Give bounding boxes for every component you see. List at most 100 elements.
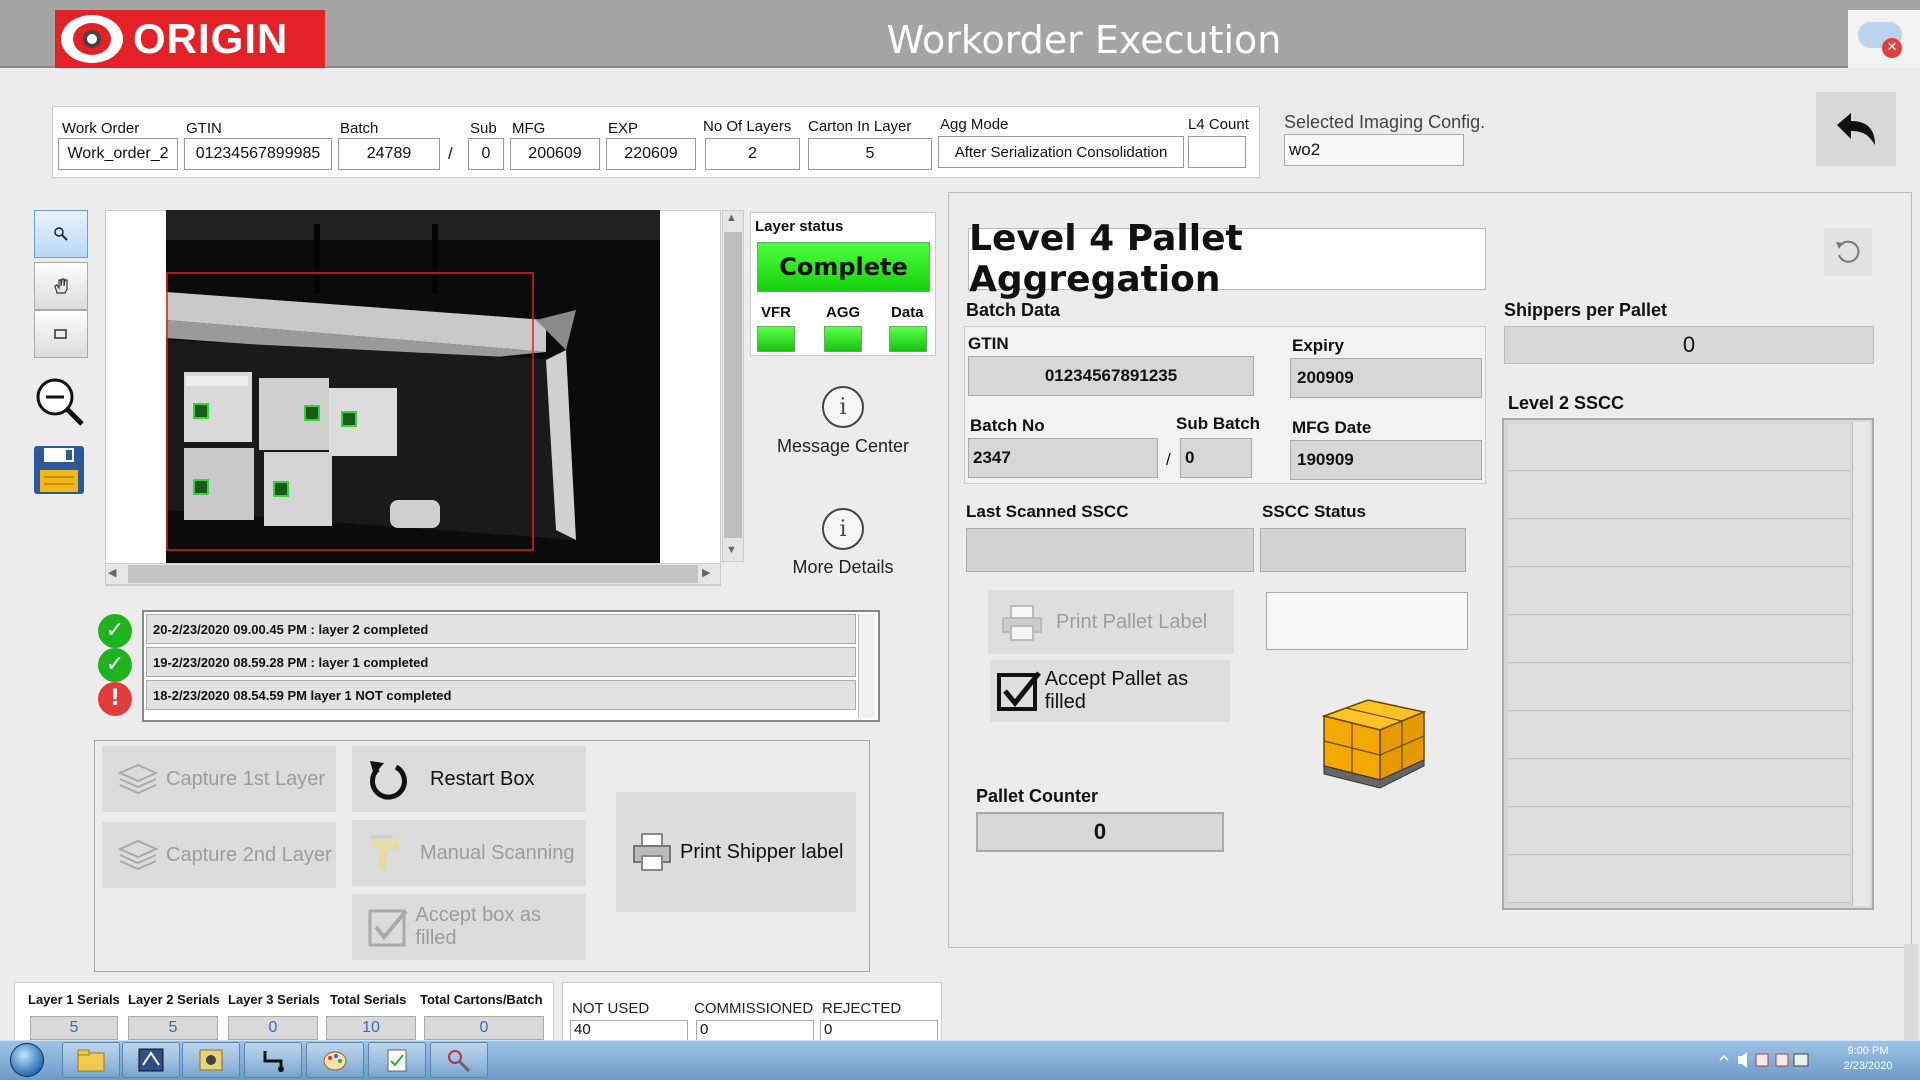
list-item[interactable] xyxy=(1508,616,1850,663)
agg-batch-no-field: 2347 xyxy=(968,438,1158,478)
taskbar-explorer-button[interactable] xyxy=(62,1042,120,1078)
layers-icon xyxy=(110,761,166,797)
zoom-tool-button[interactable] xyxy=(34,210,88,258)
commissioned-value: 0 xyxy=(696,1020,814,1042)
scroll-up-icon[interactable]: ▲ xyxy=(726,212,737,224)
message-center-link[interactable]: Message Center xyxy=(743,436,943,457)
agg-label: AGG xyxy=(826,304,861,321)
capture-1st-layer-label: Capture 1st Layer xyxy=(166,767,325,790)
accept-pallet-label: Accept Pallet as filled xyxy=(1044,668,1189,713)
clock-time: 9:00 PM xyxy=(1847,1045,1889,1057)
restart-icon xyxy=(360,757,416,801)
imaging-config-field: wo2 xyxy=(1284,134,1464,166)
batch-data-label: Batch Data xyxy=(966,300,1061,320)
list-item[interactable] xyxy=(1508,664,1850,711)
taskbar-tool-button[interactable] xyxy=(430,1042,488,1078)
list-item[interactable] xyxy=(1508,520,1850,567)
scroll-left-icon[interactable]: ◀ xyxy=(108,566,116,579)
agg-expiry-field: 200909 xyxy=(1290,358,1482,398)
scroll-down-icon[interactable]: ▼ xyxy=(726,544,737,556)
mfg-field: 200609 xyxy=(510,138,600,170)
select-tool-button[interactable] xyxy=(34,310,88,358)
taskbar-paint-button[interactable] xyxy=(306,1042,364,1078)
rectangle-select-icon xyxy=(54,329,67,339)
agg-sub-batch-label: Sub Batch xyxy=(1176,414,1261,433)
more-details-info-icon[interactable]: i xyxy=(822,508,864,550)
taskbar-app-3-button[interactable] xyxy=(182,1042,240,1078)
pan-tool-button[interactable] xyxy=(34,262,88,310)
layer3-serials-label: Layer 3 Serials xyxy=(228,992,320,1007)
capture-1st-layer-button[interactable]: Capture 1st Layer xyxy=(102,746,336,812)
accept-box-button[interactable]: Accept box as filled xyxy=(352,894,586,960)
start-button[interactable] xyxy=(4,1041,50,1079)
no-of-layers-label: No Of Layers xyxy=(703,118,792,135)
data-label: Data xyxy=(891,304,924,321)
capture-2nd-layer-label: Capture 2nd Layer xyxy=(166,843,332,866)
pallet-boxes-icon xyxy=(1320,694,1430,794)
taskbar-notepad-button[interactable] xyxy=(368,1042,426,1078)
page-scrollbar[interactable] xyxy=(1904,944,1918,1040)
origin-logo: ORIGIN xyxy=(55,10,325,68)
rejected-label: REJECTED xyxy=(822,1000,902,1017)
agg-sub-batch-field: 0 xyxy=(1180,438,1252,478)
refresh-button[interactable] xyxy=(1824,228,1872,276)
restart-box-button[interactable]: Restart Box xyxy=(352,746,586,812)
taskbar-network-button[interactable] xyxy=(244,1042,302,1078)
printer-icon xyxy=(624,830,680,874)
agg-led xyxy=(824,326,862,352)
vfr-label: VFR xyxy=(761,304,791,321)
sub-field: 0 xyxy=(468,138,504,170)
save-icon[interactable] xyxy=(32,444,86,496)
list-item[interactable] xyxy=(1508,424,1850,471)
cloud-error-icon[interactable]: ✕ xyxy=(1848,10,1920,68)
level2-sscc-scrollbar[interactable] xyxy=(1852,422,1870,906)
more-details-link[interactable]: More Details xyxy=(743,557,943,578)
refresh-icon xyxy=(1836,240,1860,263)
layers-icon xyxy=(110,837,166,873)
print-pallet-label-button[interactable]: Print Pallet Label xyxy=(988,590,1234,654)
message-center-info-icon[interactable]: i xyxy=(822,386,864,428)
agg-expiry-label: Expiry xyxy=(1292,336,1344,355)
list-item[interactable] xyxy=(1508,472,1850,519)
brand-name: ORIGIN xyxy=(133,15,289,62)
total-cartons-value: 0 xyxy=(424,1016,544,1040)
checkbox-checked-icon xyxy=(994,669,1045,713)
viewer-vertical-scroll-thumb[interactable] xyxy=(724,232,742,538)
batch-separator: / xyxy=(448,144,453,163)
back-button[interactable] xyxy=(1816,92,1896,166)
list-item[interactable] xyxy=(1508,808,1850,855)
list-item[interactable] xyxy=(1508,760,1850,807)
list-item[interactable] xyxy=(1508,856,1850,903)
log-error-icon: ! xyxy=(98,682,132,716)
log-ok-icon: ✓ xyxy=(98,648,132,682)
pallet-counter-value: 0 xyxy=(976,812,1224,852)
zoom-out-icon[interactable] xyxy=(32,374,88,430)
layer-status-title: Layer status xyxy=(755,218,844,235)
agg-batch-separator: / xyxy=(1166,450,1171,469)
log-entry: 18-2/23/2020 08.54.59 PM layer 1 NOT com… xyxy=(146,680,856,710)
back-arrow-icon xyxy=(1837,113,1875,145)
taskbar-app-2-button[interactable] xyxy=(122,1042,180,1078)
sub-label: Sub xyxy=(470,120,497,137)
list-item[interactable] xyxy=(1508,568,1850,615)
viewer-horizontal-scroll-thumb[interactable] xyxy=(128,565,698,583)
not-used-value: 40 xyxy=(570,1020,688,1042)
exp-field: 220609 xyxy=(606,138,696,170)
camera-image xyxy=(166,210,660,563)
print-shipper-label-button[interactable]: Print Shipper label xyxy=(616,792,856,912)
log-scrollbar[interactable] xyxy=(858,614,874,718)
accept-pallet-checkbox[interactable]: Accept Pallet as filled xyxy=(990,660,1230,722)
agg-mfg-date-field: 190909 xyxy=(1290,440,1482,480)
list-item[interactable] xyxy=(1508,712,1850,759)
l4-count-field xyxy=(1188,136,1246,168)
sscc-status-label: SSCC Status xyxy=(1262,502,1366,521)
level2-sscc-label: Level 2 SSCC xyxy=(1508,393,1625,413)
capture-2nd-layer-button[interactable]: Capture 2nd Layer xyxy=(102,822,336,888)
taskbar-clock[interactable]: 9:00 PM 2/23/2020 xyxy=(1816,1044,1920,1078)
network-icon xyxy=(263,1051,284,1072)
scroll-right-icon[interactable]: ▶ xyxy=(702,566,710,579)
explorer-icon xyxy=(77,1049,105,1072)
manual-scanning-button[interactable]: Manual Scanning xyxy=(352,820,586,886)
layer2-serials-value: 5 xyxy=(128,1016,218,1040)
app-icon-3 xyxy=(199,1049,223,1071)
